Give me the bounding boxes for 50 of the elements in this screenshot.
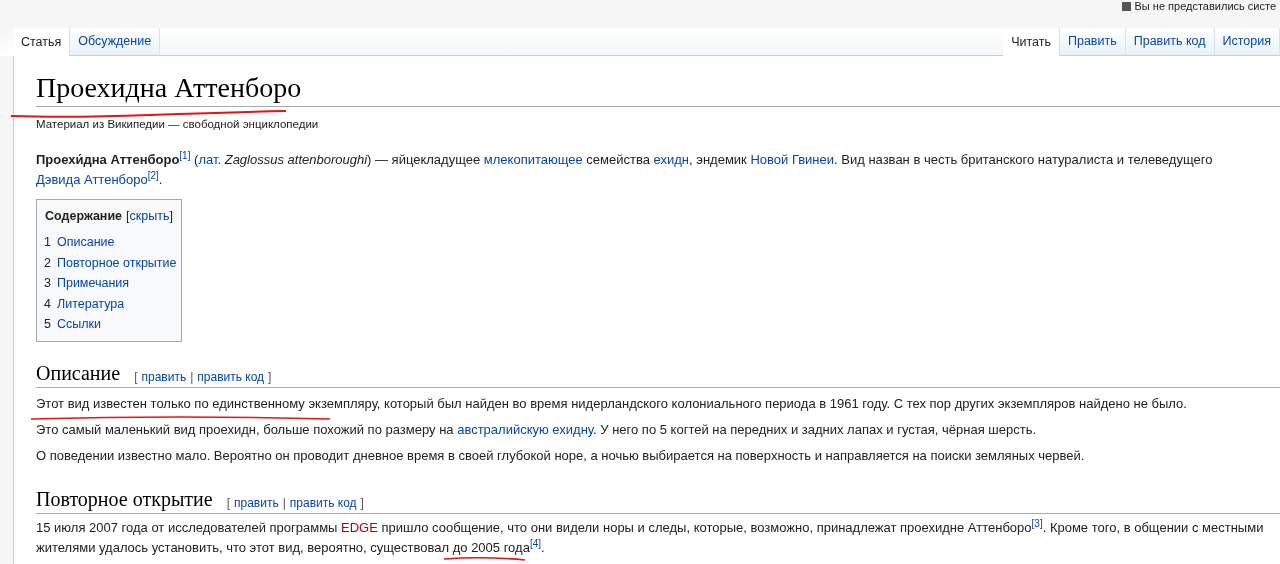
tab[interactable]: Править xyxy=(1059,28,1126,56)
bracket: ] xyxy=(360,494,364,512)
edit-link[interactable]: править xyxy=(234,493,279,512)
text-link[interactable]: ехидн xyxy=(653,152,690,168)
tab[interactable]: Обсуждение xyxy=(70,28,161,56)
paragraph: 15 июля 2007 года от исследователей программы EDGE пришло сообщение, что они видели норы и следы, которые, возможно, принадлежат проехидне Аттенборо$^{[3]}$. Кроме того, в общении с местными жителями удалось установить, что этот вид, вероятно, существовал до 2005 года$^{[4]}$. xyxy=(36,517,1265,557)
section-heading: Описание xyxy=(36,360,121,386)
footnote-link[interactable]: [4] xyxy=(529,537,541,549)
bracket: ] xyxy=(268,368,272,386)
edit-link[interactable]: править xyxy=(141,367,187,386)
page-title: Проехидна Аттенборо xyxy=(36,56,1280,107)
toc-number: 3 xyxy=(44,275,51,292)
paragraph: О поведении известно мало. Вероятно он проводит дневное время в своей глубокой норе, а ночью выбирается на поверхность и направляется на поиски земляных червей. xyxy=(36,446,1086,465)
edit-link[interactable]: править код xyxy=(289,493,357,512)
tagline: Материал из Википедии — свободной энциклопедии xyxy=(36,117,320,132)
bracket: [ xyxy=(226,494,230,512)
paragraph: Этот вид известен только по единственному экземпляру, который был найден во время нидерландского колониального периода в 1961 году. С тех пор других экземпляров найдено не было. xyxy=(36,394,1188,413)
tab[interactable]: Статья xyxy=(13,28,71,56)
text-link[interactable]: млекопитающее xyxy=(483,152,583,168)
edit-link[interactable]: править код xyxy=(197,367,265,386)
tab[interactable]: Править код xyxy=(1125,28,1215,56)
separator: | xyxy=(282,494,286,512)
text-link[interactable]: лат. xyxy=(198,152,222,168)
toc-link[interactable]: Повторное открытие xyxy=(56,252,177,273)
paragraph: Проехи́дна Аттенборо$^{[1]}$ (лат. Zaglossus attenboroughi) — яйцекладущее млекопитающее семейства ехидн, эндемик Новой Гвинеи. Вид назван в честь британского натуралиста и телеведущего Дэвида Аттенборо$^{[2]}$. xyxy=(36,150,1214,190)
toc-number: 5 xyxy=(44,316,51,333)
toc-number: 2 xyxy=(44,254,51,272)
paragraph: Это самый маленький вид проехидн, больше похожий по размеру на австралийскую ехидну. У него по 5 когтей на передних и задних лапах и густая, чёрная шерсть. xyxy=(36,420,1038,439)
footnote-link[interactable]: [1] xyxy=(179,150,191,162)
text-link[interactable]: Новой Гвинеи xyxy=(750,152,835,168)
toc-link[interactable]: Ссылки xyxy=(56,314,101,335)
toc-number: 4 xyxy=(44,295,51,313)
bracket: ] xyxy=(169,208,173,226)
toc-number: 1 xyxy=(44,234,51,251)
login-status: Вы не представились систе xyxy=(1134,0,1276,12)
toc-link[interactable]: Примечания xyxy=(56,273,130,294)
tab[interactable]: История xyxy=(1214,28,1280,56)
bracket: [ xyxy=(126,208,130,226)
footnote-link[interactable]: [2] xyxy=(147,170,159,182)
toc-title: Содержание xyxy=(45,208,123,226)
tab[interactable]: Читать xyxy=(1003,28,1060,56)
toc-link[interactable]: Описание xyxy=(56,232,115,253)
section-heading: Повторное открытие xyxy=(36,486,213,512)
separator: | xyxy=(190,368,194,386)
toc-link[interactable]: Литература xyxy=(56,293,125,314)
bracket: [ xyxy=(134,368,138,386)
user-icon xyxy=(1121,1,1131,11)
footnote-link[interactable]: [3] xyxy=(1031,517,1043,529)
text-link[interactable]: Дэвида Аттенборо xyxy=(36,172,148,188)
text-link[interactable]: EDGE xyxy=(341,519,378,535)
